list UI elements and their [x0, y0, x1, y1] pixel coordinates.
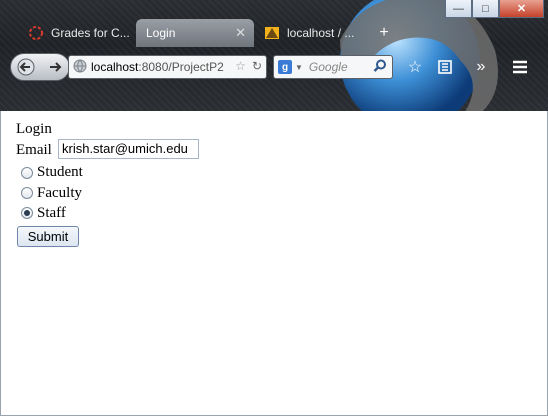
forward-button[interactable]: [40, 54, 69, 80]
window-controls: — □ ✕: [445, 0, 544, 18]
search-bar[interactable]: g ▼ Google: [273, 55, 393, 79]
email-label: Email: [16, 142, 52, 158]
google-engine-icon[interactable]: g: [278, 60, 292, 74]
faculty-label: Faculty: [37, 185, 82, 201]
url-host: localhost: [91, 60, 139, 74]
chevron-down-icon: ▼: [295, 62, 303, 72]
tab-label: Grades for C...: [51, 26, 130, 40]
reload-icon[interactable]: ↻: [252, 59, 262, 73]
faculty-radio[interactable]: [21, 187, 33, 199]
tab-localhost[interactable]: localhost / ...: [254, 19, 372, 47]
url-path: :8080/ProjectP2: [138, 60, 224, 74]
tab-label: localhost / ...: [287, 26, 355, 40]
staff-radio[interactable]: [21, 207, 33, 219]
url-bar[interactable]: localhost:8080/ProjectP2 ☆ ↻: [68, 55, 267, 79]
tab-login[interactable]: Login ✕: [136, 19, 254, 47]
login-heading: Login: [16, 121, 52, 137]
bookmark-star-outline-icon[interactable]: ☆: [235, 59, 246, 73]
menu-icon[interactable]: [509, 57, 531, 77]
tab-label: Login: [146, 26, 176, 40]
bookmarks-list-icon[interactable]: [434, 57, 456, 77]
back-button[interactable]: [11, 54, 40, 80]
search-placeholder: Google: [308, 60, 348, 74]
new-tab-button[interactable]: +: [372, 19, 396, 47]
staff-label: Staff: [37, 205, 66, 221]
navigation-toolbar: localhost:8080/ProjectP2 ☆ ↻ g ▼ Google …: [0, 47, 548, 87]
minimize-button[interactable]: —: [445, 0, 472, 18]
phpmyadmin-icon: [264, 25, 280, 41]
loading-ring-icon: [28, 25, 44, 41]
email-field[interactable]: krish.star@umich.edu: [58, 139, 199, 159]
student-radio[interactable]: [21, 167, 33, 179]
close-tab-icon[interactable]: ✕: [235, 25, 246, 41]
overflow-chevron-icon[interactable]: »: [470, 57, 492, 77]
globe-icon: [73, 59, 87, 76]
tab-strip: Grades for C... Login ✕ localhost / ... …: [18, 19, 396, 47]
page-content: Login Email krish.star@umich.edu Student…: [0, 111, 548, 416]
search-icon[interactable]: [373, 59, 387, 76]
browser-chrome: — □ ✕ Grades for C... Login ✕ localhost …: [0, 0, 548, 111]
back-arrow-icon: [17, 58, 34, 76]
forward-arrow-icon: [49, 62, 61, 72]
bookmark-star-icon[interactable]: ☆: [404, 57, 426, 77]
submit-button[interactable]: Submit: [17, 226, 79, 247]
close-window-button[interactable]: ✕: [499, 0, 544, 18]
student-label: Student: [37, 164, 83, 180]
back-forward-group: [10, 53, 70, 81]
maximize-button[interactable]: □: [472, 0, 499, 18]
tab-grades[interactable]: Grades for C...: [18, 19, 136, 47]
